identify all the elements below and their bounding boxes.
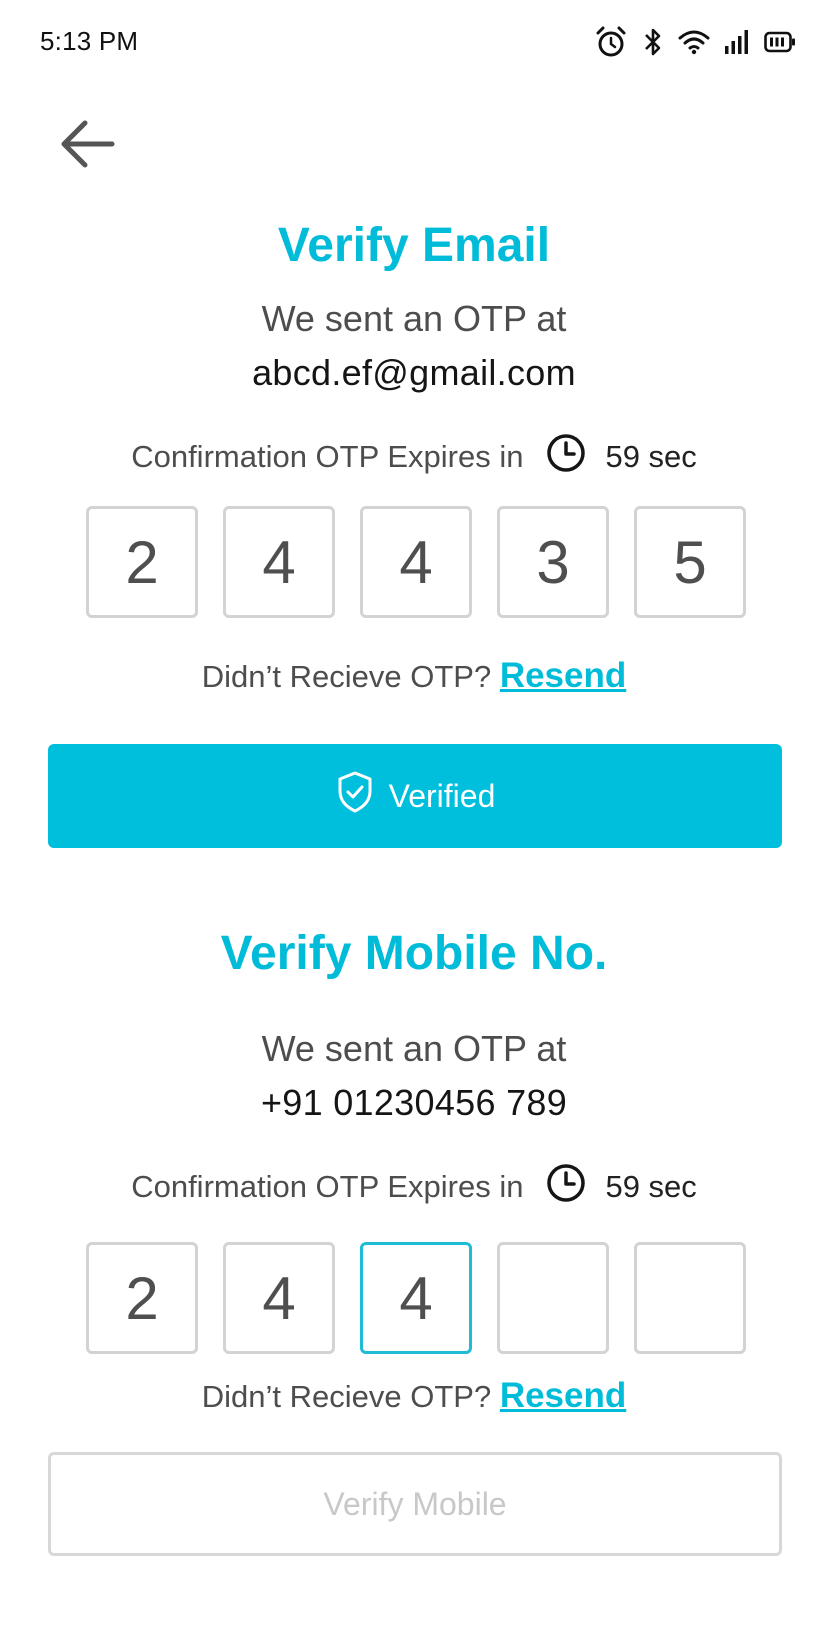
mobile-title: Verify Mobile No. [220, 927, 608, 980]
mobile-otp-digit-5[interactable] [634, 1242, 746, 1354]
mobile-otp-digit-2[interactable]: 4 [223, 1242, 335, 1354]
email-otp-digit-4[interactable]: 3 [497, 506, 609, 618]
clock-icon [545, 432, 587, 482]
shield-check-icon [335, 770, 375, 822]
email-otp-row: 2 4 4 3 5 [86, 506, 746, 618]
email-expires-value: 59 sec [605, 439, 697, 474]
mobile-number: +91 01230456 789 [260, 1082, 568, 1123]
email-resend-prompt: Didn’t Recieve OTP? [201, 659, 492, 694]
back-button[interactable] [56, 118, 118, 174]
email-address: abcd.ef@gmail.com [252, 352, 576, 393]
email-resend-link[interactable]: Resend [500, 656, 626, 695]
mobile-resend-line: Didn’t Recieve OTP? Resend [0, 1376, 828, 1416]
email-otp-digit-2[interactable]: 4 [223, 506, 335, 618]
clock-icon [545, 1162, 587, 1212]
email-otp-digit-3[interactable]: 4 [360, 506, 472, 618]
email-otp-digit-1[interactable]: 2 [86, 506, 198, 618]
mobile-otp-digit-1[interactable]: 2 [86, 1242, 198, 1354]
verified-button-label: Verified [388, 777, 496, 814]
email-otp-digit-5[interactable]: 5 [634, 506, 746, 618]
bluetooth-icon [642, 25, 664, 59]
arrow-left-icon [58, 119, 116, 174]
email-resend-line: Didn’t Recieve OTP? Resend [0, 656, 828, 696]
mobile-resend-prompt: Didn’t Recieve OTP? [201, 1379, 492, 1414]
email-title: Verify Email [277, 219, 551, 272]
email-expires-label: Confirmation OTP Expires in [131, 439, 524, 474]
email-expires-row: Confirmation OTP Expires in 59 sec [0, 432, 828, 482]
verify-mobile-button-label: Verify Mobile [323, 1485, 507, 1522]
battery-icon [764, 31, 796, 53]
mobile-otp-row: 2 4 4 [86, 1242, 746, 1354]
mobile-resend-link[interactable]: Resend [500, 1376, 626, 1415]
status-bar: 5:13 PM [0, 0, 828, 84]
mobile-otp-digit-3[interactable]: 4 [360, 1242, 472, 1354]
email-sent-text: We sent an OTP at [261, 298, 567, 339]
status-icons [594, 24, 796, 60]
status-time: 5:13 PM [40, 26, 139, 56]
alarm-icon [594, 25, 628, 59]
mobile-otp-digit-4[interactable] [497, 1242, 609, 1354]
signal-icon [724, 28, 750, 56]
mobile-sent-text: We sent an OTP at [261, 1028, 567, 1069]
verify-mobile-button[interactable]: Verify Mobile [48, 1452, 782, 1556]
mobile-expires-row: Confirmation OTP Expires in 59 sec [0, 1162, 828, 1212]
mobile-expires-value: 59 sec [605, 1169, 697, 1204]
mobile-expires-label: Confirmation OTP Expires in [131, 1169, 524, 1204]
verified-button[interactable]: Verified [48, 744, 782, 848]
wifi-icon [678, 28, 710, 56]
